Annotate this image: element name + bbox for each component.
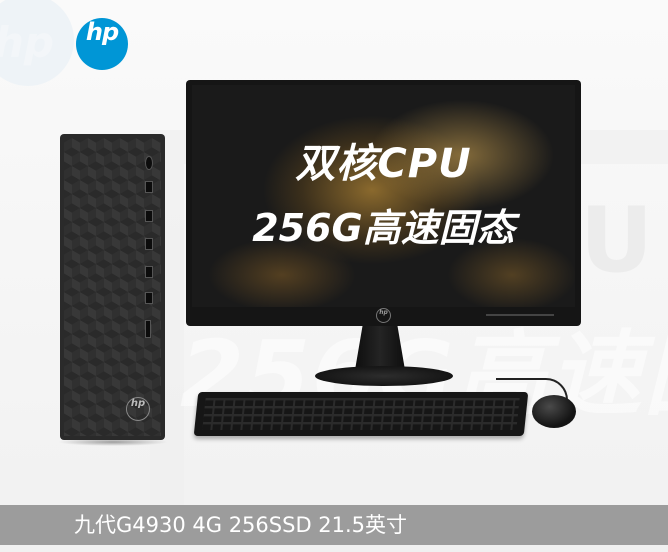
monitor-buttons [486, 314, 554, 316]
usb-port [145, 292, 153, 304]
usb-port [145, 210, 153, 222]
tower-logo-text: hp [130, 398, 146, 409]
headphone-jack [145, 156, 153, 170]
product-image: hp U 256G高速固态 hp hp 双核CPU 256G高速固态 hp [0, 0, 668, 552]
card-reader-slot [145, 320, 151, 338]
monitor-stand-base [315, 366, 453, 386]
usb-port [145, 181, 153, 193]
spec-caption-text: 九代G4930 4G 256SSD 21.5英寸 [74, 513, 408, 537]
mouse [532, 395, 576, 428]
hp-logo-text: hp [85, 18, 119, 46]
usb-port [145, 266, 153, 278]
watermark-letter: U [580, 188, 654, 293]
tower-hp-logo: hp [126, 397, 150, 421]
monitor-screen: 双核CPU 256G高速固态 [192, 85, 575, 307]
monitor-stand-neck [355, 326, 405, 370]
usb-port [145, 238, 153, 250]
monitor-logo-text: hp [379, 309, 388, 316]
hp-logo: hp [76, 18, 128, 70]
monitor: 双核CPU 256G高速固态 hp [186, 80, 581, 326]
keyboard-keys [202, 398, 520, 430]
monitor-hp-logo: hp [376, 308, 391, 323]
headline-ssd: 256G高速固态 [252, 206, 515, 250]
keyboard [193, 392, 529, 436]
desktop-tower [60, 134, 165, 440]
watermark-logo-text: hp [0, 18, 54, 67]
headline-cpu: 双核CPU [295, 141, 472, 187]
spec-caption-bar: 九代G4930 4G 256SSD 21.5英寸 [0, 505, 668, 545]
